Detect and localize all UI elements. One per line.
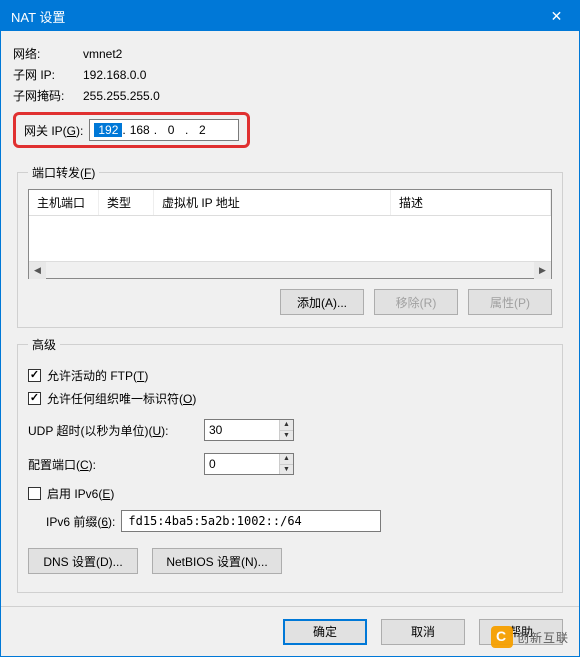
- gateway-ip-seg3[interactable]: 0: [157, 123, 185, 137]
- remove-button: 移除(R): [374, 289, 458, 315]
- subnet-mask-value: 255.255.255.0: [83, 89, 160, 103]
- dialog-footer: 确定 取消 帮助 创新互联: [1, 606, 579, 656]
- scroll-left-icon[interactable]: ◀: [29, 262, 46, 279]
- col-description[interactable]: 描述: [391, 190, 551, 215]
- ipv6-prefix-label: IPv6 前缀(6):: [46, 513, 115, 530]
- gateway-highlight: 网关 IP(G): 192 . 168 . 0 . 2: [13, 112, 250, 148]
- netbios-settings-button[interactable]: NetBIOS 设置(N)...: [152, 548, 282, 574]
- subnet-mask-label: 子网掩码:: [13, 87, 83, 104]
- horizontal-scrollbar[interactable]: ◀ ▶: [29, 261, 551, 278]
- allow-any-oui-checkbox[interactable]: [28, 392, 41, 405]
- subnet-ip-label: 子网 IP:: [13, 66, 83, 83]
- table-header: 主机端口 类型 虚拟机 IP 地址 描述: [29, 190, 551, 216]
- table-body[interactable]: [29, 216, 551, 261]
- watermark-icon: [491, 626, 513, 648]
- col-vm-ip[interactable]: 虚拟机 IP 地址: [154, 190, 391, 215]
- allow-active-ftp-checkbox[interactable]: [28, 369, 41, 382]
- scroll-right-icon[interactable]: ▶: [534, 262, 551, 279]
- udp-timeout-field[interactable]: [205, 420, 279, 440]
- watermark-text: 创新互联: [517, 629, 569, 646]
- enable-ipv6-label: 启用 IPv6(E): [47, 485, 114, 502]
- dns-settings-button[interactable]: DNS 设置(D)...: [28, 548, 138, 574]
- advanced-group: 高级 允许活动的 FTP(T) 允许任何组织唯一标识符(O) UDP 超时(以秒…: [17, 336, 563, 593]
- col-type[interactable]: 类型: [99, 190, 154, 215]
- col-host-port[interactable]: 主机端口: [29, 190, 99, 215]
- content-area: 网络: vmnet2 子网 IP: 192.168.0.0 子网掩码: 255.…: [1, 31, 579, 611]
- add-button[interactable]: 添加(A)...: [280, 289, 364, 315]
- gateway-ip-input[interactable]: 192 . 168 . 0 . 2: [89, 119, 239, 141]
- gateway-label: 网关 IP(G):: [24, 122, 83, 139]
- enable-ipv6-checkbox[interactable]: [28, 487, 41, 500]
- udp-spin-up-icon[interactable]: ▲: [280, 420, 293, 431]
- nat-settings-dialog: NAT 设置 ✕ 网络: vmnet2 子网 IP: 192.168.0.0 子…: [0, 0, 580, 657]
- gateway-ip-seg1[interactable]: 192: [94, 123, 122, 137]
- close-icon[interactable]: ✕: [534, 1, 579, 31]
- titlebar[interactable]: NAT 设置 ✕: [1, 1, 579, 31]
- config-port-input[interactable]: ▲ ▼: [204, 453, 294, 475]
- network-value: vmnet2: [83, 47, 122, 61]
- port-forwarding-table[interactable]: 主机端口 类型 虚拟机 IP 地址 描述 ◀ ▶: [28, 189, 552, 279]
- udp-spin-down-icon[interactable]: ▼: [280, 431, 293, 441]
- ipv6-prefix-input[interactable]: [121, 510, 381, 532]
- window-title: NAT 设置: [11, 7, 65, 26]
- watermark: 创新互联: [491, 626, 569, 648]
- subnet-ip-value: 192.168.0.0: [83, 68, 146, 82]
- gateway-ip-seg4[interactable]: 2: [188, 123, 216, 137]
- properties-button: 属性(P): [468, 289, 552, 315]
- allow-active-ftp-label: 允许活动的 FTP(T): [47, 367, 148, 384]
- udp-timeout-label: UDP 超时(以秒为单位)(U):: [28, 422, 198, 439]
- gateway-ip-seg2[interactable]: 168: [126, 123, 154, 137]
- cfgport-spin-down-icon[interactable]: ▼: [280, 465, 293, 475]
- config-port-field[interactable]: [205, 454, 279, 474]
- advanced-legend: 高级: [28, 336, 60, 353]
- port-forwarding-group: 端口转发(F) 主机端口 类型 虚拟机 IP 地址 描述 ◀ ▶ 添加(A)..…: [17, 164, 563, 328]
- allow-any-oui-label: 允许任何组织唯一标识符(O): [47, 390, 196, 407]
- cancel-button[interactable]: 取消: [381, 619, 465, 645]
- config-port-label: 配置端口(C):: [28, 456, 198, 473]
- ok-button[interactable]: 确定: [283, 619, 367, 645]
- cfgport-spin-up-icon[interactable]: ▲: [280, 454, 293, 465]
- port-forwarding-legend: 端口转发(F): [28, 164, 99, 181]
- network-label: 网络:: [13, 45, 83, 62]
- udp-timeout-input[interactable]: ▲ ▼: [204, 419, 294, 441]
